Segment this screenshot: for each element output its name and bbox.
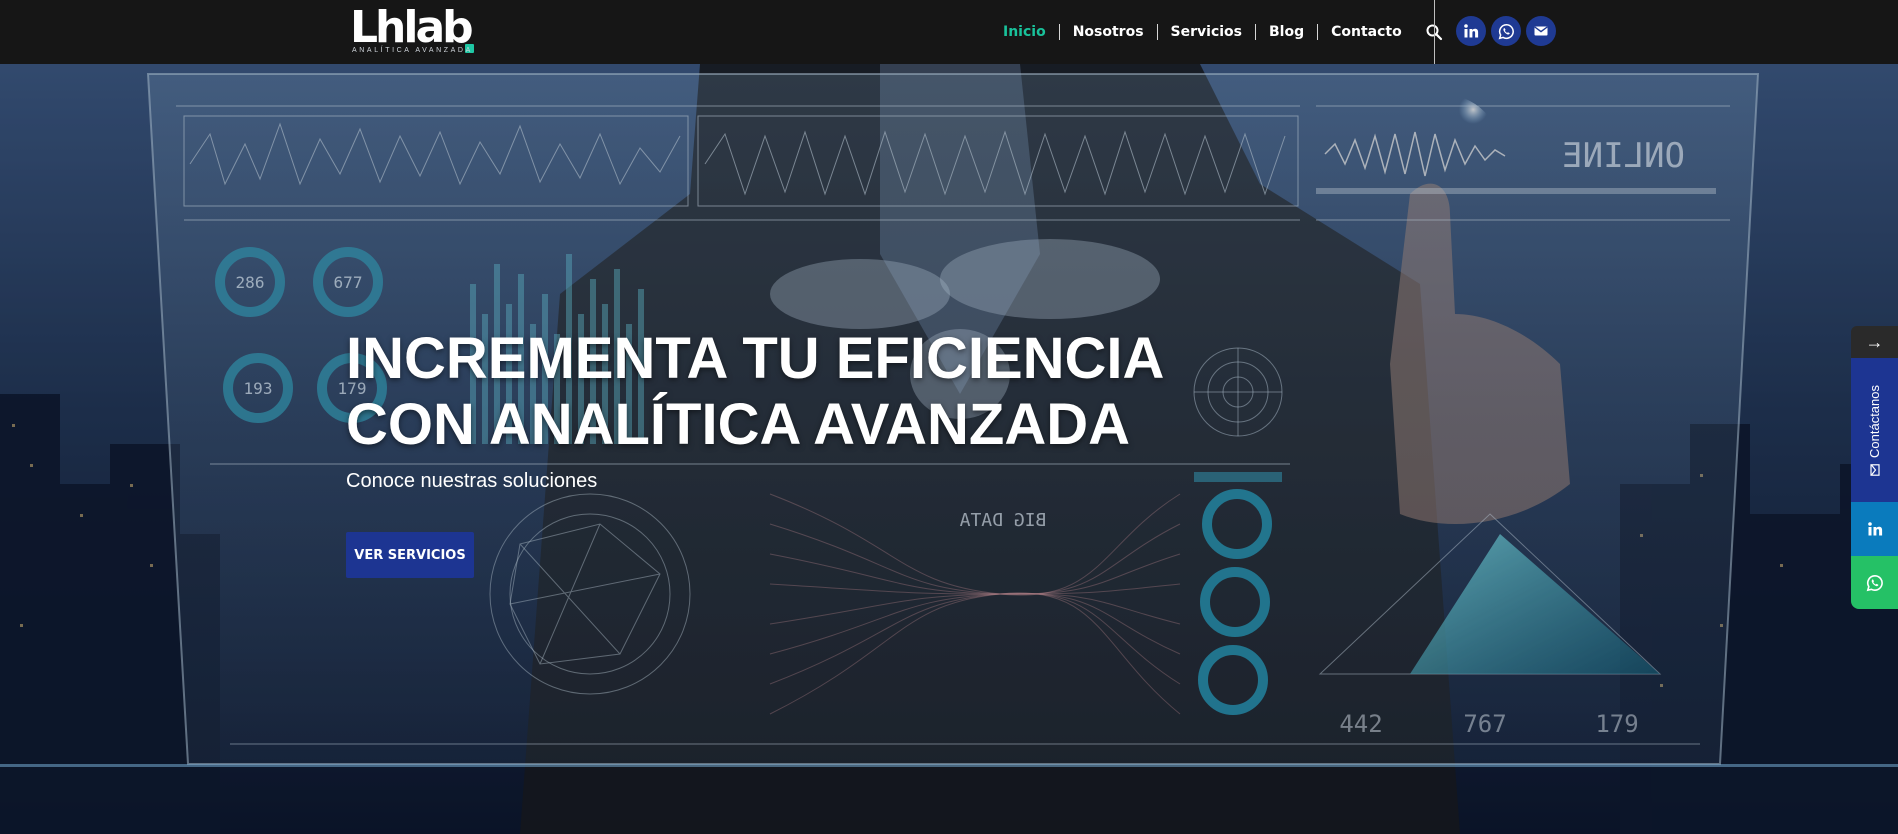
side-tab-contact[interactable]: Contáctanos [1851,358,1898,502]
email-icon [1534,26,1548,36]
social-linkedin-button[interactable] [1456,16,1486,46]
side-tab-contact-content: Contáctanos [1867,385,1882,476]
hero-text-block: INCREMENTA TU EFICIENCIA CON ANALÍTICA A… [346,326,1246,458]
nav-item-servicios[interactable]: Servicios [1156,24,1255,40]
hero-headline-line1: INCREMENTA TU EFICIENCIA [346,326,1165,391]
brand-tagline: ANALÍTICA AVANZADA [352,47,473,54]
social-email-button[interactable] [1526,16,1556,46]
side-tab-contact-label: Contáctanos [1867,384,1882,458]
hero-headline: INCREMENTA TU EFICIENCIA CON ANALÍTICA A… [346,326,1246,458]
nav-item-contacto[interactable]: Contacto [1317,24,1415,40]
main-nav: Inicio Nosotros Servicios Blog Contacto [990,0,1443,64]
site-header: Lhlab ANALÍTICA AVANZADA Inicio Nosotros… [0,0,1898,64]
envelope-icon [1869,463,1880,476]
nav-item-inicio[interactable]: Inicio [990,24,1059,40]
linkedin-icon [1867,522,1882,536]
side-tab-toggle[interactable]: → [1851,326,1898,358]
social-whatsapp-button[interactable] [1491,16,1521,46]
linkedin-icon [1464,24,1479,38]
side-tab-linkedin-button[interactable] [1851,502,1898,556]
nav-item-blog[interactable]: Blog [1255,24,1317,40]
hero-subtitle: Conoce nuestras soluciones [346,470,598,492]
nav-item-nosotros[interactable]: Nosotros [1058,24,1157,40]
whatsapp-icon [1866,574,1883,591]
hero-headline-line2: CON ANALÍTICA AVANZADA [346,392,1130,457]
hero-section: ONLINE 286 677 193 179 BIG DATA 442 767 … [0,64,1898,834]
brand-name: Lhlab [350,2,474,53]
brand-logo[interactable]: Lhlab ANALÍTICA AVANZADA [350,6,480,58]
nav-divider [1434,0,1435,64]
ver-servicios-button[interactable]: VER SERVICIOS [346,532,474,578]
side-tab-whatsapp-button[interactable] [1851,556,1898,609]
whatsapp-icon [1498,23,1514,39]
